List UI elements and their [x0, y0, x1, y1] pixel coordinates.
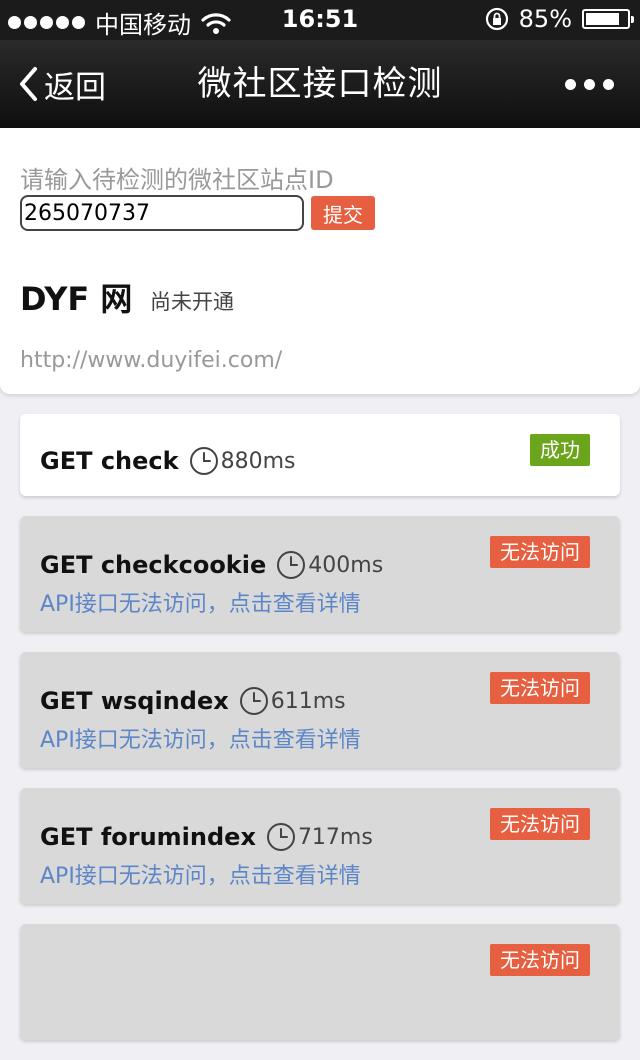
api-detail-link[interactable]: API接口无法访问，点击查看详情: [40, 858, 361, 890]
clock-icon: [277, 551, 306, 579]
status-badge: 无法访问: [490, 808, 590, 840]
clock-icon: [266, 823, 295, 851]
api-response-time: 611ms: [270, 688, 346, 714]
status-badge: 无法访问: [490, 672, 590, 704]
status-badge: 无法访问: [490, 536, 590, 568]
api-item-check[interactable]: GET check 880ms 成功: [20, 414, 620, 496]
rotation-lock-icon: [485, 7, 508, 31]
site-id-prompt: 请输入待检测的微社区站点ID: [20, 166, 334, 194]
api-detail-link[interactable]: API接口无法访问，点击查看详情: [40, 586, 361, 618]
api-name: GET check: [40, 447, 179, 475]
site-name: DYF 网: [20, 280, 133, 318]
api-detail-link[interactable]: API接口无法访问，点击查看详情: [40, 722, 361, 754]
status-bar: 中国移动 16:51 85%: [0, 0, 640, 40]
status-badge: 无法访问: [490, 944, 590, 976]
battery-percent: 85%: [518, 5, 572, 33]
api-name: GET checkcookie: [40, 551, 267, 579]
nav-bar: 返回 微社区接口检测: [0, 40, 640, 128]
site-id-input[interactable]: [20, 195, 304, 231]
battery-icon: [582, 9, 634, 29]
api-response-time: 400ms: [308, 552, 384, 578]
submit-button[interactable]: 提交: [311, 196, 375, 230]
site-status: 尚未开通: [150, 290, 234, 314]
api-response-time: 717ms: [297, 824, 373, 850]
api-response-time: 880ms: [220, 448, 296, 474]
status-right: 85%: [485, 5, 634, 33]
site-info-card: 请输入待检测的微社区站点ID 提交 DYF 网 尚未开通 http://www.…: [0, 128, 640, 394]
page-title: 微社区接口检测: [197, 64, 443, 104]
status-badge: 成功: [530, 434, 590, 466]
site-url: http://www.duyifei.com/: [20, 348, 283, 373]
api-item-checkcookie[interactable]: GET checkcookie 400ms API接口无法访问，点击查看详情 无…: [20, 516, 620, 632]
api-item-wsqindex[interactable]: GET wsqindex 611ms API接口无法访问，点击查看详情 无法访问: [20, 652, 620, 768]
battery-level: [586, 13, 620, 25]
more-options-icon[interactable]: [565, 40, 614, 128]
clock-icon: [189, 447, 218, 475]
api-name: GET forumindex: [40, 823, 256, 851]
api-item-forumindex[interactable]: GET forumindex 717ms API接口无法访问，点击查看详情 无法…: [20, 788, 620, 904]
clock-icon: [239, 687, 268, 715]
api-item-partial[interactable]: 无法访问: [20, 924, 620, 1040]
api-name: GET wsqindex: [40, 687, 229, 715]
api-check-list: GET check 880ms 成功 GET checkcookie 400ms…: [20, 414, 620, 1060]
